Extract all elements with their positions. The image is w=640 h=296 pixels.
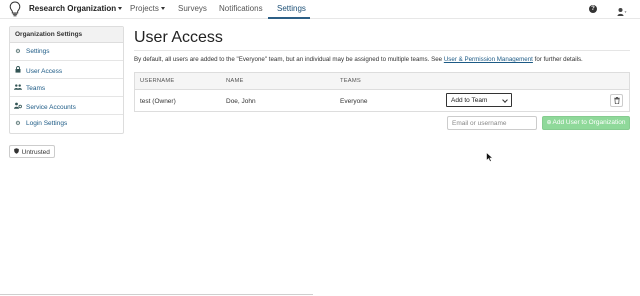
nav-projects-label: Projects xyxy=(130,4,159,13)
nav-projects[interactable]: Projects xyxy=(130,4,165,13)
permission-management-link[interactable]: User & Permission Management xyxy=(444,56,533,63)
table-row: test (Owner) Doe, John Everyone Add to T… xyxy=(135,90,629,112)
users-icon xyxy=(14,84,22,92)
organization-dropdown[interactable]: Research Organization xyxy=(29,4,123,13)
name-cell: Doe, John xyxy=(226,98,256,105)
nav-notifications[interactable]: Notifications xyxy=(219,4,263,13)
bottom-scroll-indicator xyxy=(0,294,313,295)
mouse-cursor-icon xyxy=(486,152,494,162)
email-or-username-input[interactable] xyxy=(447,116,537,130)
untrusted-label: Untrusted xyxy=(21,149,50,156)
caret-down-icon xyxy=(160,7,165,11)
column-header-teams: TEAMS xyxy=(340,78,361,84)
plus-circle-icon: ⊕ xyxy=(546,120,552,126)
caret-down-icon xyxy=(118,7,123,11)
sidebar-item-label: Settings xyxy=(26,48,50,55)
teams-cell: Everyone xyxy=(340,98,368,105)
user-table: USERNAME NAME TEAMS test (Owner) Doe, Jo… xyxy=(134,72,630,112)
user-icon xyxy=(617,8,627,16)
title-divider xyxy=(134,50,630,51)
sidebar-item-label: User Access xyxy=(26,68,63,75)
column-header-username: USERNAME xyxy=(140,78,175,84)
settings-sidebar: Organization Settings ⚙ Settings User Acc… xyxy=(9,26,124,134)
trash-icon xyxy=(613,97,620,105)
gear-icon: ⚙ xyxy=(15,49,21,55)
add-to-team-select[interactable]: Add to Team xyxy=(446,93,512,107)
username-cell: test (Owner) xyxy=(140,98,176,105)
delete-user-button[interactable] xyxy=(610,94,623,107)
description-text-end: for further details. xyxy=(532,56,583,63)
user-menu[interactable] xyxy=(617,4,627,16)
question-circle-icon[interactable]: ? xyxy=(589,5,597,13)
untrusted-badge[interactable]: Untrusted xyxy=(9,145,55,158)
chevron-down-icon xyxy=(502,96,508,103)
column-header-name: NAME xyxy=(226,78,244,84)
nav-surveys[interactable]: Surveys xyxy=(178,4,207,13)
nav-settings[interactable]: Settings xyxy=(277,4,306,13)
add-user-button[interactable]: ⊕Add User to Organization xyxy=(542,116,630,130)
sidebar-item-teams[interactable]: Teams xyxy=(10,79,123,97)
lightbulb-logo-icon[interactable] xyxy=(9,1,21,17)
gears-icon: ⚙ xyxy=(15,121,21,127)
sidebar-item-label: Login Settings xyxy=(26,120,68,127)
table-header: USERNAME NAME TEAMS xyxy=(135,73,629,90)
page-description: By default, all users are added to the "… xyxy=(134,56,634,63)
select-value: Add to Team xyxy=(451,97,488,104)
description-text: By default, all users are added to the "… xyxy=(134,56,444,63)
organization-name: Research Organization xyxy=(29,4,117,13)
add-user-button-label: Add User to Organization xyxy=(552,119,626,126)
top-navbar: Research Organization Projects Surveys N… xyxy=(0,0,640,19)
sidebar-item-service-accounts[interactable]: Service Accounts xyxy=(10,97,123,115)
sidebar-item-settings[interactable]: ⚙ Settings xyxy=(10,43,123,61)
page-title: User Access xyxy=(134,29,223,46)
sidebar-item-label: Teams xyxy=(26,85,46,92)
service-accounts-icon xyxy=(14,102,22,111)
sidebar-item-user-access[interactable]: User Access xyxy=(10,61,123,79)
sidebar-item-label: Service Accounts xyxy=(26,104,76,111)
active-tab-indicator xyxy=(268,17,310,19)
shield-icon xyxy=(14,148,21,156)
sidebar-item-login-settings[interactable]: ⚙ Login Settings xyxy=(10,115,123,133)
lock-icon xyxy=(14,66,22,75)
sidebar-heading: Organization Settings xyxy=(10,27,123,43)
